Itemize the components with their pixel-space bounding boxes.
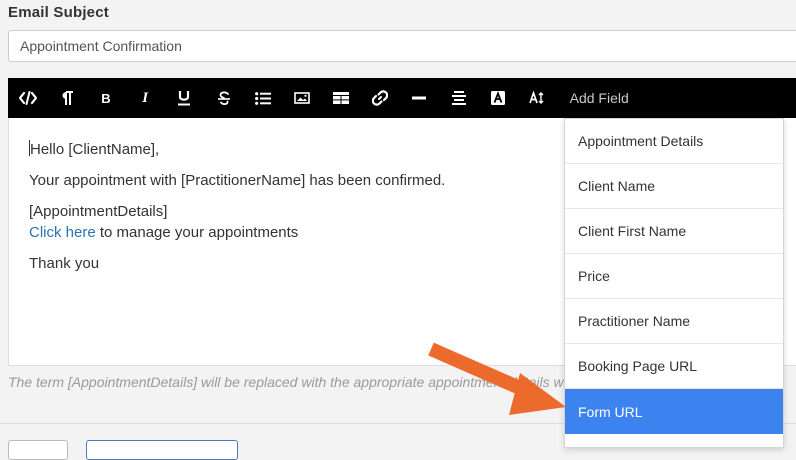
menu-item-label: Client First Name bbox=[578, 223, 687, 239]
underline-icon bbox=[178, 91, 191, 106]
font-color-icon bbox=[490, 91, 505, 105]
paragraph-button[interactable] bbox=[47, 78, 86, 118]
align-button[interactable] bbox=[439, 78, 478, 118]
menu-item-client-first-name[interactable]: Client First Name bbox=[565, 209, 783, 254]
manage-line-text: to manage your appointments bbox=[95, 224, 299, 241]
menu-item-label: Client Name bbox=[578, 178, 656, 194]
menu-item-booking-page-url[interactable]: Booking Page URL bbox=[565, 344, 783, 389]
underline-button[interactable] bbox=[165, 78, 204, 118]
subject-input[interactable] bbox=[8, 30, 796, 62]
bold-button[interactable]: B bbox=[86, 78, 125, 118]
menu-item-label: Booking Page URL bbox=[578, 358, 698, 374]
manage-appointments-link[interactable]: Click here bbox=[29, 224, 96, 241]
footer-button[interactable] bbox=[8, 440, 68, 460]
horizontal-rule-button[interactable] bbox=[400, 78, 439, 118]
menu-item-client-name[interactable]: Client Name bbox=[565, 164, 783, 209]
details-placeholder: [AppointmentDetails] bbox=[29, 203, 168, 220]
menu-item-price[interactable]: Price bbox=[565, 254, 783, 299]
image-icon bbox=[294, 92, 310, 104]
menu-item-label: Appointment Details bbox=[578, 133, 704, 149]
menu-item-label: Form URL bbox=[578, 403, 643, 420]
menu-item-form-url[interactable]: Form URL bbox=[565, 389, 783, 434]
editor-line: Hello [ClientName], bbox=[29, 139, 159, 160]
footer-secondary-button[interactable] bbox=[86, 440, 238, 460]
strikethrough-button[interactable] bbox=[204, 78, 243, 118]
code-icon bbox=[18, 91, 37, 105]
manage-line: Click here to manage your appointments bbox=[29, 222, 298, 243]
menu-item-appointment-details[interactable]: Appointment Details bbox=[565, 119, 783, 164]
font-size-icon bbox=[529, 91, 544, 104]
strikethrough-icon bbox=[217, 91, 230, 105]
code-view-button[interactable] bbox=[8, 78, 47, 118]
italic-button[interactable]: I bbox=[126, 78, 165, 118]
bold-icon: B bbox=[101, 90, 111, 106]
menu-item-label: Price bbox=[578, 268, 610, 284]
greeting-text: Hello [ClientName], bbox=[30, 141, 160, 158]
subject-label: Email Subject bbox=[8, 4, 109, 21]
add-field-dropdown[interactable]: Add Field bbox=[570, 90, 629, 106]
insert-image-button[interactable] bbox=[282, 78, 321, 118]
font-color-button[interactable] bbox=[478, 78, 517, 118]
insert-link-button[interactable] bbox=[361, 78, 400, 118]
menu-item-label: Practitioner Name bbox=[578, 313, 691, 329]
horizontal-rule-icon bbox=[412, 96, 427, 100]
table-icon bbox=[333, 92, 350, 104]
font-size-button[interactable] bbox=[517, 78, 556, 118]
menu-item-practitioner-name[interactable]: Practitioner Name bbox=[565, 299, 783, 344]
link-icon bbox=[372, 90, 389, 106]
closing-text: Thank you bbox=[29, 255, 100, 272]
editor-toolbar: B I Add Field bbox=[8, 78, 796, 118]
list-icon bbox=[254, 91, 271, 105]
confirmation-text: Your appointment with [PractitionerName]… bbox=[29, 172, 446, 189]
insert-table-button[interactable] bbox=[322, 78, 361, 118]
italic-icon: I bbox=[142, 89, 149, 106]
align-center-icon bbox=[451, 91, 466, 105]
bullet-list-button[interactable] bbox=[243, 78, 282, 118]
pilcrow-icon bbox=[62, 90, 73, 105]
add-field-menu: Appointment Details Client Name Client F… bbox=[564, 118, 784, 448]
